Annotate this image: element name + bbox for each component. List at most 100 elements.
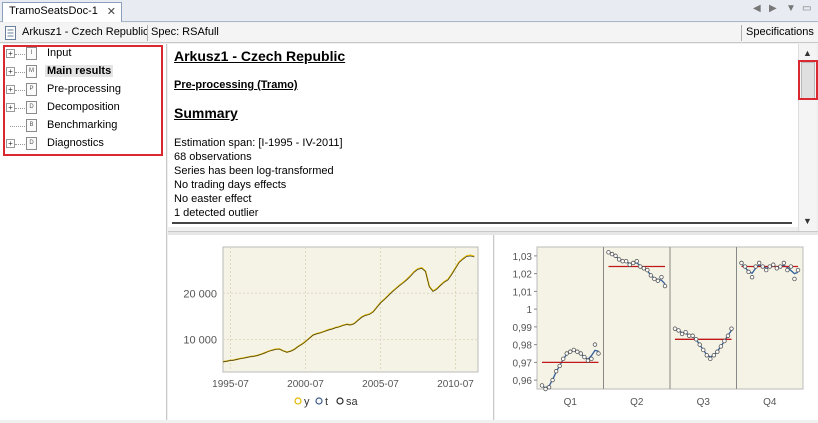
seasonal-point [564,351,569,356]
seasonal-point [575,349,580,354]
seasonal-point [638,264,643,269]
scroll-up-icon[interactable]: ▲ [803,48,812,58]
y-tick-label: 0,98 [513,341,533,352]
seasonal-point [648,273,654,278]
seasonal-point [760,264,765,269]
scroll-down-icon[interactable]: ▼ [803,216,812,226]
minimize-icon[interactable]: ▭ [802,3,811,14]
summary-line: No trading days effects [174,179,287,191]
seasonal-point [659,274,664,280]
summary-line: 1 detected outlier [174,207,259,219]
seasonal-point [613,253,618,259]
x-tick-label: 2005-07 [362,379,399,390]
seasonal-point [578,351,584,356]
seasonal-point [655,278,661,283]
seasonal-point [725,333,731,338]
summary-panel: Arkusz1 - Czech Republic Pre-processing … [168,44,798,227]
close-icon[interactable]: ✕ [107,5,116,18]
seasonal-point [571,347,576,353]
x-category-label: Q4 [763,397,777,408]
legend-marker [294,397,302,405]
scroll-right-icon[interactable]: ▶ [769,3,777,14]
seasonal-point [704,353,709,358]
legend-marker [315,397,323,405]
seasonal-point [553,369,559,374]
x-category-label: Q1 [564,397,578,408]
seasonal-point [585,358,591,363]
seasonal-point [623,259,629,264]
seasonal-point [697,342,702,347]
y-tick-label: 10 000 [183,335,217,347]
seasonal-point [631,260,636,266]
seasonal-point [690,333,695,338]
seasonal-point [764,267,769,273]
tree-highlight-box [3,45,163,156]
scrollbar-highlight-box [798,60,818,100]
seasonal-point [568,349,573,354]
legend-label: y [304,396,310,408]
y-tick-label: 1,03 [513,252,533,263]
seasonal-point [686,333,692,338]
seasonal-point [792,276,797,282]
seasonal-point [781,260,787,266]
seasonal-point [539,383,545,388]
specifications-button[interactable]: Specifications [746,26,814,38]
summary-line: Estimation span: [I-1995 - IV-2011] [174,137,343,149]
seasonal-point [746,269,751,275]
section-rule [172,222,792,224]
seasonal-point [560,356,566,362]
x-category-label: Q2 [630,397,644,408]
x-tick-label: 2010-07 [437,379,474,390]
seasonal-point [620,259,625,264]
seasonal-point [795,267,801,273]
legend-marker [336,397,344,405]
document-icon [5,26,16,40]
seasonal-point [739,260,744,266]
legend-label: sa [346,396,359,408]
seasonal-point [645,267,650,273]
seasonal-point [676,328,681,333]
seasonal-point [683,329,688,335]
seasonal-point [662,283,668,289]
seasonal-point [785,267,790,273]
y-tick-label: 1,01 [513,287,533,298]
x-tick-label: 1995-07 [212,379,249,390]
document-name: Arkusz1 - Czech Republic [22,26,149,38]
seasonal-point [634,259,639,264]
y-tick-label: 0,97 [513,358,533,369]
seasonal-point [708,356,713,362]
scroll-left-icon[interactable]: ◀ [753,3,761,14]
seasonal-point [778,264,783,269]
seasonal-point [771,262,776,267]
seasonal-point [711,353,717,358]
tab-menu-icon[interactable]: ▼ [786,3,796,14]
seasonal-point [546,385,552,390]
y-tick-label: 20 000 [183,288,217,300]
seasonal-point [767,264,772,269]
seasonal-point [582,354,587,360]
seasonal-point [543,386,548,392]
seasonal-point [749,274,755,280]
toolbar-separator [741,25,742,41]
seasonal-chart: 0,96 0,97 0,98 0,99 1 1,01 1,02 1,03 Q1 Q2 Q3 Q4 [513,246,804,408]
seasonal-point [596,351,601,356]
seasonal-point [753,264,758,269]
seasonal-point [756,260,762,266]
seasonal-point [729,326,734,331]
tab-title: TramoSeatsDoc-1 [9,5,98,17]
y-tick-label: 1 [526,305,532,316]
x-category-label: Q3 [697,397,711,408]
seasonal-point [606,250,611,255]
plot-area [222,246,479,373]
y-tick-label: 0,96 [513,376,533,387]
seasonal-point [627,262,632,267]
seasonal-point [589,356,594,362]
seasonal-point [788,264,794,269]
tab-tramoseats-doc[interactable]: TramoSeatsDoc-1 ✕ [2,2,122,22]
series-chart: 10 000 20 000 1995-07 2000-07 2005-07 2010-07… [183,246,479,408]
y-tick-label: 0,99 [513,323,533,334]
seasonal-point [715,349,720,354]
seasonal-point [616,257,622,262]
seasonal-point [641,266,647,271]
spec-label[interactable]: Spec: RSAfull [151,26,219,38]
